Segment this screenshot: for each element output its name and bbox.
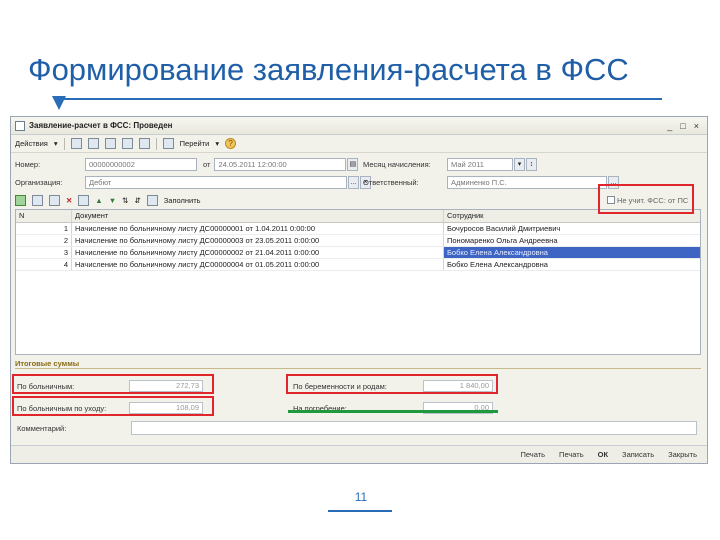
edit-row-icon[interactable] <box>49 194 60 206</box>
table-row[interactable]: 2 Начисление по больничному листу ДС0000… <box>16 235 700 247</box>
move-up-icon[interactable]: ▲ <box>95 196 102 205</box>
toolbar-separator <box>155 137 157 150</box>
fill-icon[interactable] <box>146 194 158 206</box>
sort-desc-icon[interactable]: ⇵ <box>134 196 140 205</box>
chevron-down-icon[interactable]: ▾ <box>54 139 58 148</box>
calendar-icon[interactable]: ▤ <box>347 157 359 171</box>
copy-row-icon[interactable] <box>32 194 43 206</box>
date-field[interactable]: 24.05.2011 12:00:00 <box>214 157 347 171</box>
highlight-care <box>12 396 214 416</box>
table-icon[interactable] <box>138 138 150 149</box>
highlight-sick <box>12 374 214 394</box>
resp-field[interactable]: Админенко П.С. <box>447 175 607 189</box>
spin-icon[interactable]: ↕ <box>526 157 537 171</box>
minimize-button[interactable]: _ <box>667 121 672 131</box>
ok-button[interactable]: ОК <box>598 450 608 459</box>
title-notch <box>52 96 66 110</box>
number-field[interactable]: 00000000002 <box>85 157 197 171</box>
edit-icon[interactable] <box>104 138 116 149</box>
month-field[interactable]: Май 2011 <box>447 157 513 171</box>
burial-underline <box>288 410 498 413</box>
table-row[interactable]: 4 Начисление по больничному листу ДС0000… <box>16 259 700 271</box>
page-number: 11 <box>354 490 368 504</box>
window-title: Заявление-расчет в ФСС: Проведен <box>29 121 173 130</box>
add-row-icon[interactable] <box>15 194 26 206</box>
chevron-down-icon[interactable]: ▾ <box>215 139 219 148</box>
page-number-rule <box>328 510 392 512</box>
row-number: 2 <box>16 235 72 246</box>
select-icon[interactable]: … <box>348 175 359 189</box>
sort-asc-icon[interactable]: ⇅ <box>122 196 128 205</box>
row-employee: Бочуросов Василий Дмитриевич <box>447 224 561 233</box>
comment-row: Комментарий: <box>17 421 697 435</box>
slide: Формирование заявления-расчета в ФСС Зая… <box>0 0 720 540</box>
toolbar-separator <box>63 137 65 150</box>
column-header-document[interactable]: Документ <box>72 210 444 222</box>
comment-field[interactable] <box>131 421 697 435</box>
org-row: Организация: Дебют … × <box>15 175 371 189</box>
goto-icon[interactable] <box>162 138 174 149</box>
chevron-down-icon[interactable]: ▾ <box>514 157 525 171</box>
goto-menu[interactable]: Перейти <box>180 139 210 148</box>
window-titlebar: Заявление-расчет в ФСС: Проведен _ □ × <box>11 117 707 135</box>
document-icon <box>15 120 25 131</box>
row-document: Начисление по больничному листу ДС000000… <box>72 247 444 258</box>
title-rule <box>58 98 662 100</box>
number-label: Номер: <box>15 159 41 169</box>
table-row-selected[interactable]: 3 Начисление по больничному листу ДС0000… <box>16 247 700 259</box>
print-button[interactable]: Печать <box>559 450 584 459</box>
column-header-n[interactable]: N <box>16 210 72 222</box>
actions-menu[interactable]: Действия <box>15 139 48 148</box>
save-button[interactable]: Записать <box>622 450 654 459</box>
table-toolbar: ✕ ▲ ▼ ⇅ ⇵ Заполнить <box>15 193 201 207</box>
bottom-button-bar: Печать Печать ОК Записать Закрыть <box>11 445 707 463</box>
window-controls: _ □ × <box>667 121 707 131</box>
row-number: 1 <box>16 223 72 234</box>
end-edit-icon[interactable] <box>78 194 90 206</box>
number-row: Номер: 00000000002 от 24.05.2011 12:00:0… <box>15 157 359 171</box>
slide-title: Формирование заявления-расчета в ФСС <box>28 52 629 87</box>
month-row: Месяц начисления: Май 2011 ▾ ↕ <box>363 157 537 171</box>
row-document: Начисление по больничному листу ДС000000… <box>72 235 444 246</box>
highlight-fss-checkbox <box>598 184 694 214</box>
resp-row: Ответственный: Админенко П.С. … <box>363 175 619 189</box>
main-toolbar: Действия ▾ Перейти ▾ ? <box>11 135 707 153</box>
comment-label: Комментарий: <box>17 423 67 433</box>
month-label: Месяц начисления: <box>363 159 431 169</box>
print-button[interactable]: Печать <box>520 450 545 459</box>
row-employee: Бобко Елена Александровна <box>444 247 700 258</box>
row-document: Начисление по больничному листу ДС000000… <box>72 223 444 234</box>
documents-table: N Документ Сотрудник 1 Начисление по бол… <box>15 209 701 355</box>
move-down-icon[interactable]: ▼ <box>109 196 116 205</box>
row-employee: Пономаренко Ольга Андреевна <box>447 236 558 245</box>
date-separator: от <box>203 159 211 169</box>
resp-label: Ответственный: <box>363 177 419 187</box>
row-document: Начисление по больничному листу ДС000000… <box>72 259 444 270</box>
fill-button[interactable]: Заполнить <box>164 196 201 205</box>
row-number: 3 <box>16 247 72 258</box>
highlight-maternity <box>286 374 498 394</box>
totals-section-label: Итоговые суммы <box>15 359 701 369</box>
new-doc-icon[interactable] <box>70 138 82 149</box>
close-button[interactable]: × <box>694 121 699 131</box>
post-icon[interactable] <box>121 138 133 149</box>
org-label: Организация: <box>15 177 63 187</box>
help-icon[interactable]: ? <box>225 138 237 149</box>
maximize-button[interactable]: □ <box>680 121 685 131</box>
delete-icon[interactable]: ✕ <box>66 196 72 205</box>
close-form-button[interactable]: Закрыть <box>668 450 697 459</box>
row-number: 4 <box>16 259 72 270</box>
copy-icon[interactable] <box>87 138 99 149</box>
row-employee: Бобко Елена Александровна <box>447 260 548 269</box>
table-row[interactable]: 1 Начисление по больничному листу ДС0000… <box>16 223 700 235</box>
org-field[interactable]: Дебют <box>85 175 347 189</box>
